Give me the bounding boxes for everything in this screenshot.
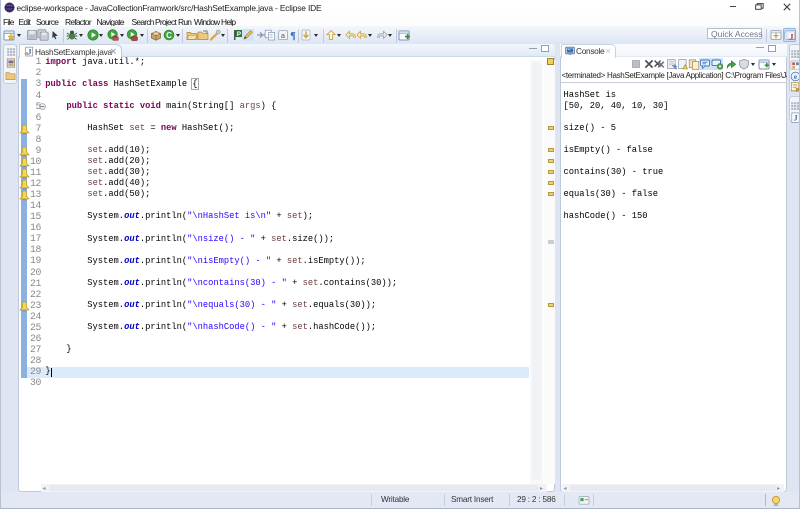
svg-text:¶: ¶ bbox=[290, 31, 296, 41]
svg-text:P: P bbox=[237, 31, 241, 38]
svg-text:J: J bbox=[27, 47, 31, 56]
svg-text:e: e bbox=[793, 73, 796, 81]
svg-text:J: J bbox=[793, 113, 797, 122]
svg-text:J: J bbox=[789, 32, 794, 41]
svg-text:C: C bbox=[166, 31, 172, 40]
svg-text:a: a bbox=[280, 33, 285, 41]
